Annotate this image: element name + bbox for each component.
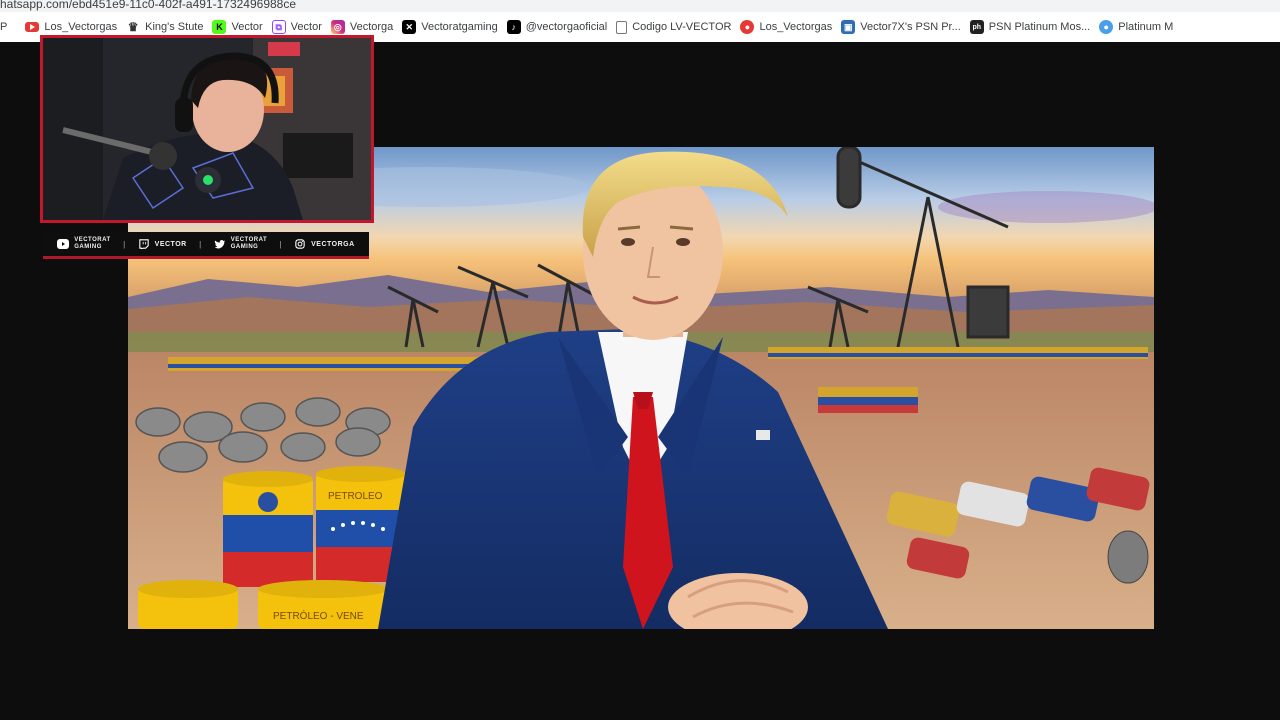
- youtube-icon: [25, 22, 40, 32]
- ph-icon: ph: [969, 20, 984, 34]
- address-bar[interactable]: hatsapp.com/ebd451e9-11c0-402f-a491-1732…: [0, 0, 1280, 12]
- social-twitter-line1: VECTORAT: [230, 237, 268, 243]
- social-youtube-line2: GAMING: [74, 244, 102, 250]
- separator: |: [279, 239, 282, 249]
- bookmark-label: Vector7X's PSN Pr...: [860, 21, 961, 33]
- bookmark-edge-label: P: [0, 21, 8, 33]
- twitter-icon: [214, 239, 225, 249]
- bookmark-label: @vectorgaoficial: [525, 21, 608, 33]
- social-twitter-line2: GAMING: [230, 244, 259, 250]
- bookmark-psn-profile[interactable]: ▣ Vector7X's PSN Pr...: [841, 12, 970, 42]
- bookmark-label: Vectorga: [349, 21, 394, 33]
- bookmark-label: Platinum M: [1118, 21, 1174, 33]
- crown-icon: ♛: [127, 20, 139, 34]
- venezuela-barrel: [223, 471, 313, 587]
- psn-icon: ▣: [841, 20, 856, 34]
- url-text[interactable]: hatsapp.com/ebd451e9-11c0-402f-a491-1732…: [0, 0, 296, 11]
- instagram-icon: [295, 239, 305, 249]
- kick-icon: K: [212, 20, 227, 34]
- social-instagram: VECTORGA: [294, 239, 355, 249]
- social-twitch-label: VECTOR: [154, 240, 187, 248]
- red-circle-icon: ●: [740, 20, 755, 34]
- bookmark-label: Vector: [290, 21, 322, 33]
- twitch-icon: ⧉: [271, 20, 286, 34]
- tiktok-icon: ♪: [506, 20, 521, 34]
- bookmark-vectorgaoficial-tiktok[interactable]: ♪ @vectorgaoficial: [506, 12, 616, 42]
- stream-screen: hatsapp.com/ebd451e9-11c0-402f-a491-1732…: [0, 0, 1280, 720]
- instagram-icon: ◎: [330, 20, 345, 34]
- separator: |: [199, 239, 202, 249]
- social-instagram-label: VECTORGA: [311, 240, 355, 248]
- barrel-label: PETROLEO: [328, 491, 383, 502]
- bookmark-psn-platinum[interactable]: ph PSN Platinum Mos...: [969, 12, 1099, 42]
- bookmark-codigo-lv-vector[interactable]: Codigo LV-VECTOR: [616, 12, 740, 42]
- social-handles-bar: VECTORAT GAMING | VECTOR | VECTORAT GAMI…: [43, 232, 369, 259]
- webcam-overlay: [40, 35, 374, 223]
- bookmark-label: Vector: [231, 21, 263, 33]
- social-twitch: VECTOR: [138, 239, 187, 249]
- x-icon: ✕: [402, 20, 417, 34]
- bookmark-los-vectorgas-2[interactable]: ● Los_Vectorgas: [740, 12, 841, 42]
- bookmark-vectoratgaming-x[interactable]: ✕ Vectoratgaming: [402, 12, 506, 42]
- barrel-label-2: PETRÓLEO - VENE: [273, 609, 364, 622]
- social-youtube-line1: VECTORAT: [74, 237, 111, 243]
- social-youtube: VECTORAT GAMING: [57, 237, 110, 251]
- bookmark-label: Los_Vectorgas: [44, 21, 118, 33]
- bookmark-label: King's Stute: [145, 21, 204, 33]
- page-icon: [616, 20, 628, 34]
- streamer-webcam-feed: [43, 38, 371, 220]
- social-twitter: VECTORAT GAMING: [214, 237, 267, 251]
- bookmark-label: Codigo LV-VECTOR: [632, 21, 732, 33]
- twitch-icon: [138, 239, 149, 249]
- bookmark-platinum-m[interactable]: ● Platinum M: [1099, 12, 1182, 42]
- youtube-icon: [57, 239, 70, 249]
- bookmark-label: Los_Vectorgas: [759, 21, 833, 33]
- venezuela-barrel: PETRÓLEO - VENE: [138, 580, 388, 629]
- bookmark-label: Vectoratgaming: [421, 21, 498, 33]
- bookmark-edge[interactable]: P: [0, 12, 25, 42]
- separator: |: [123, 239, 126, 249]
- blue-circle-icon: ●: [1099, 20, 1114, 34]
- bookmark-label: PSN Platinum Mos...: [988, 21, 1091, 33]
